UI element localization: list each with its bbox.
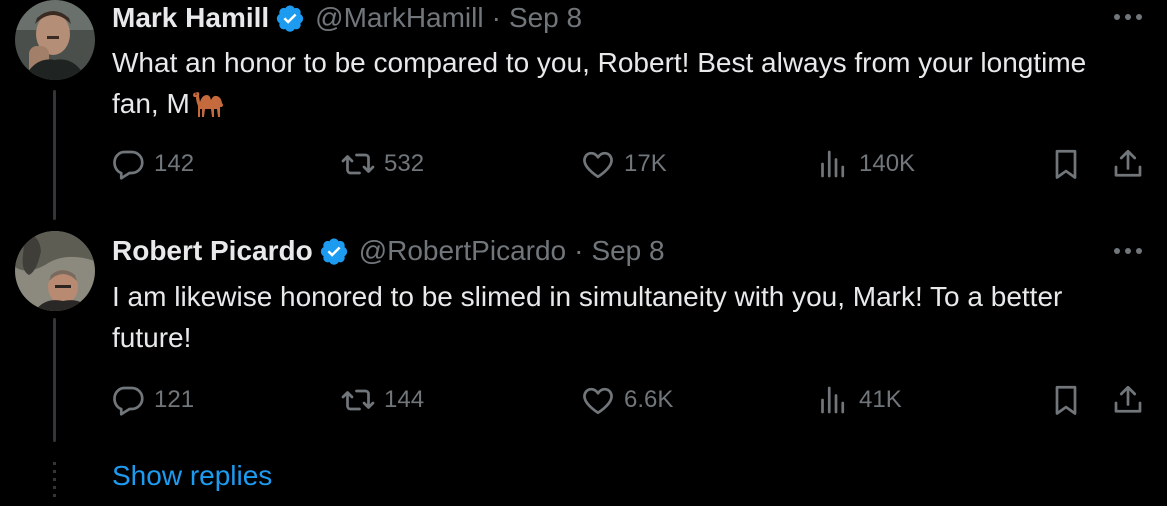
thread-connector-line (53, 90, 56, 220)
more-icon (1114, 14, 1142, 20)
avatar[interactable] (15, 231, 95, 311)
separator-dot: · (491, 2, 501, 33)
like-count: 17K (624, 150, 667, 177)
verified-badge-icon (275, 3, 305, 33)
user-handle[interactable]: @RobertPicardo (359, 235, 566, 267)
reply-button[interactable]: 121 (110, 380, 194, 420)
avatar[interactable] (15, 0, 95, 80)
share-icon (1114, 149, 1142, 177)
retweet-count: 532 (384, 150, 425, 177)
bookmark-button[interactable] (1048, 144, 1084, 184)
reply-icon (113, 386, 144, 416)
camel-emoji-icon (190, 87, 226, 119)
reply-count: 142 (154, 150, 195, 177)
like-button[interactable]: 17K (580, 144, 667, 184)
tweet-actions: 142 532 17K 140K (110, 144, 1150, 184)
bookmark-icon (1055, 385, 1077, 415)
verified-badge-icon (319, 236, 349, 266)
thread-connector-line (53, 318, 56, 442)
like-icon (583, 151, 613, 179)
views-button[interactable]: 140K (815, 144, 915, 184)
reply-button[interactable]: 142 (110, 144, 194, 184)
tweet-text-content: I am likewise honored to be slimed in si… (112, 281, 1063, 353)
tweet-text: I am likewise honored to be slimed in si… (112, 276, 1122, 358)
views-button[interactable]: 41K (815, 380, 902, 420)
bookmark-icon (1055, 149, 1077, 179)
reply-count: 121 (154, 386, 195, 413)
tweet-header: Mark Hamill @MarkHamill · Sep 8 (112, 0, 582, 36)
like-button[interactable]: 6.6K (580, 380, 673, 420)
bookmark-button[interactable] (1048, 380, 1084, 420)
tweet-date[interactable]: Sep 8 (509, 2, 582, 34)
more-options-button[interactable] (1111, 239, 1145, 263)
share-button[interactable] (1110, 380, 1146, 420)
tweet-text: What an honor to be compared to you, Rob… (112, 42, 1122, 124)
views-count: 140K (859, 150, 916, 177)
retweet-icon (341, 389, 375, 411)
reply-icon (113, 150, 144, 180)
like-count: 6.6K (624, 386, 674, 413)
retweet-button[interactable]: 532 (340, 144, 424, 184)
display-name[interactable]: Robert Picardo (112, 235, 313, 267)
tweet-text-content: What an honor to be compared to you, Rob… (112, 47, 1087, 119)
show-replies-link[interactable]: Show replies (112, 460, 272, 492)
views-count: 41K (859, 386, 902, 413)
views-icon (821, 150, 845, 178)
tweet-header: Robert Picardo @RobertPicardo · Sep 8 (112, 233, 665, 269)
more-icon (1114, 248, 1142, 254)
more-options-button[interactable] (1111, 5, 1145, 29)
display-name[interactable]: Mark Hamill (112, 2, 269, 34)
retweet-icon (341, 153, 375, 175)
user-handle[interactable]: @MarkHamill (315, 2, 483, 34)
separator-dot: · (574, 235, 584, 266)
thread-more-dots (53, 462, 56, 498)
like-icon (583, 387, 613, 415)
retweet-button[interactable]: 144 (340, 380, 424, 420)
views-icon (821, 386, 845, 414)
retweet-count: 144 (384, 386, 425, 413)
share-button[interactable] (1110, 144, 1146, 184)
tweet-actions: 121 144 6.6K 41K (110, 380, 1150, 420)
tweet-date[interactable]: Sep 8 (591, 235, 664, 267)
share-icon (1114, 385, 1142, 413)
